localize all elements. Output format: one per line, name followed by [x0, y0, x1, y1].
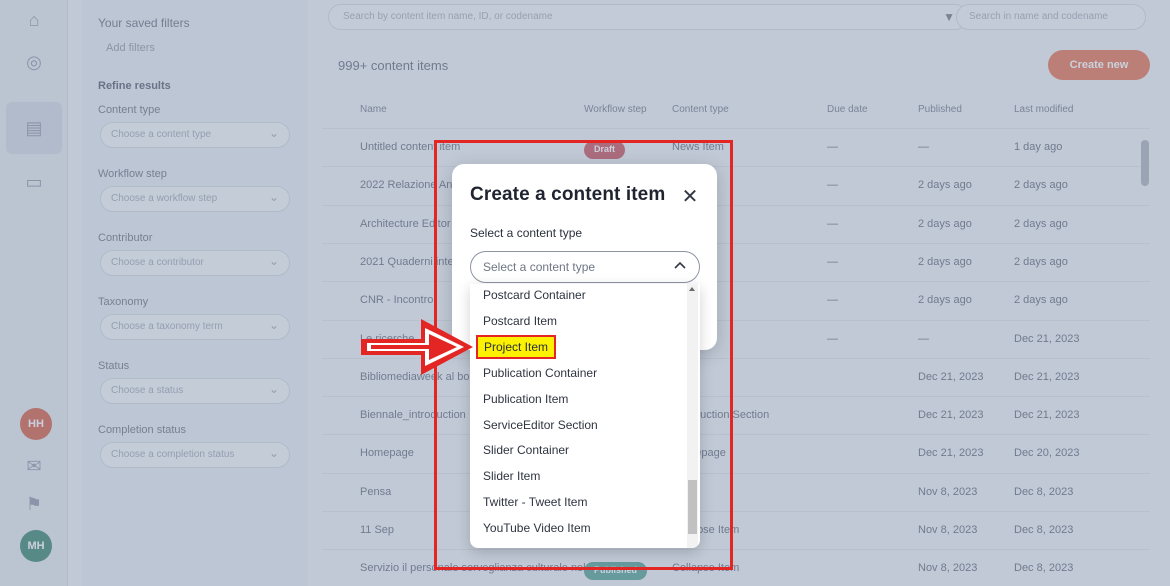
right-arrow-annotation-icon — [361, 319, 473, 375]
annotation-frame — [434, 140, 733, 570]
